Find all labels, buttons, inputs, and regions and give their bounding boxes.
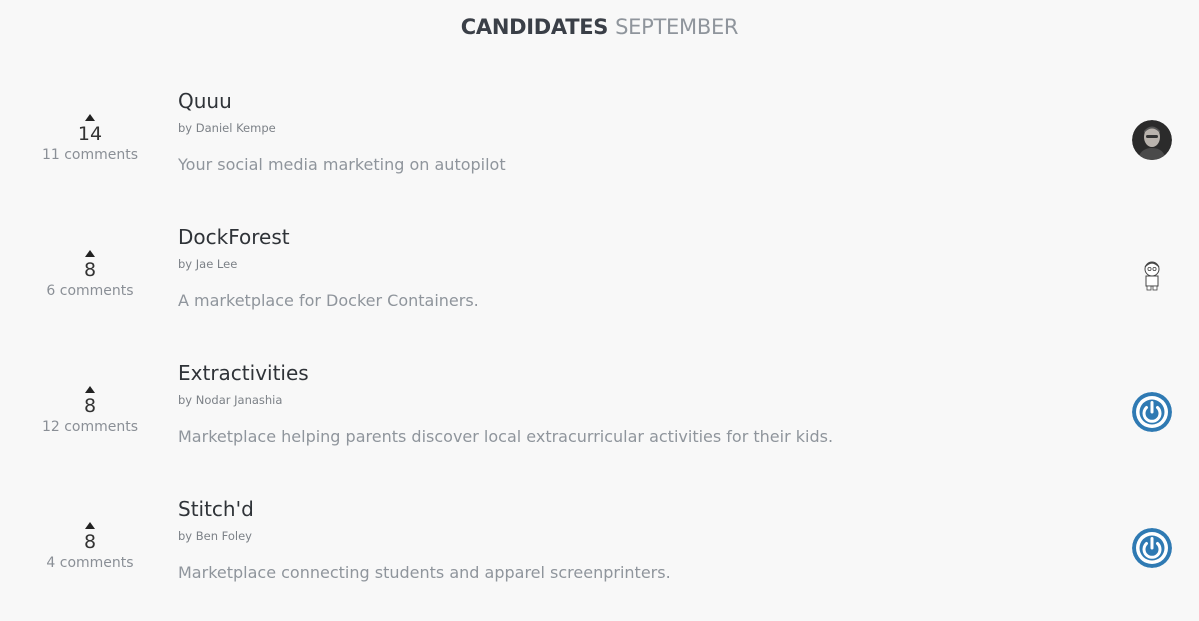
candidate-description: Your social media marketing on autopilot (178, 155, 506, 174)
candidate-item: 8 4 comments Stitch'd by Ben Foley Marke… (0, 494, 1199, 614)
comments-link[interactable]: 4 comments (20, 554, 160, 572)
upvote-arrow-icon[interactable] (85, 114, 95, 121)
candidate-item: 8 12 comments Extractivities by Nodar Ja… (0, 358, 1199, 478)
candidate-name[interactable]: DockForest (178, 224, 290, 250)
candidate-item: 8 6 comments DockForest by Jae Lee A mar… (0, 222, 1199, 342)
candidate-author: by Daniel Kempe (178, 121, 276, 135)
candidate-name[interactable]: Stitch'd (178, 496, 254, 522)
user-photo-avatar-icon[interactable] (1132, 120, 1172, 160)
vote-count: 8 (83, 531, 97, 553)
vote-box: 14 11 comments (20, 114, 160, 164)
comments-link[interactable]: 12 comments (20, 418, 160, 436)
vote-box: 8 4 comments (20, 522, 160, 572)
page-title-main: CANDIDATES (460, 15, 609, 39)
vote-count: 14 (77, 123, 103, 145)
vote-count: 8 (83, 259, 97, 281)
candidate-description: Marketplace connecting students and appa… (178, 563, 671, 582)
vote-box: 8 12 comments (20, 386, 160, 436)
candidate-author: by Ben Foley (178, 529, 252, 543)
candidate-description: A marketplace for Docker Containers. (178, 291, 479, 310)
page-title: CANDIDATES SEPTEMBER (0, 14, 1199, 40)
candidate-author: by Nodar Janashia (178, 393, 283, 407)
power-symbol-avatar-icon[interactable] (1132, 392, 1172, 432)
comments-link[interactable]: 6 comments (20, 282, 160, 300)
upvote-arrow-icon[interactable] (85, 386, 95, 393)
vote-box: 8 6 comments (20, 250, 160, 300)
vote-count: 8 (83, 395, 97, 417)
comments-link[interactable]: 11 comments (20, 146, 160, 164)
candidate-name[interactable]: Quuu (178, 88, 232, 114)
candidate-description: Marketplace helping parents discover loc… (178, 427, 834, 446)
candidate-item: 14 11 comments Quuu by Daniel Kempe Your… (0, 86, 1199, 206)
upvote-arrow-icon[interactable] (85, 250, 95, 257)
upvote-arrow-icon[interactable] (85, 522, 95, 529)
candidate-author: by Jae Lee (178, 257, 238, 271)
candidate-name[interactable]: Extractivities (178, 360, 309, 386)
cartoon-character-avatar-icon[interactable] (1132, 256, 1172, 296)
power-symbol-avatar-icon[interactable] (1132, 528, 1172, 568)
page-title-month: SEPTEMBER (615, 15, 739, 39)
